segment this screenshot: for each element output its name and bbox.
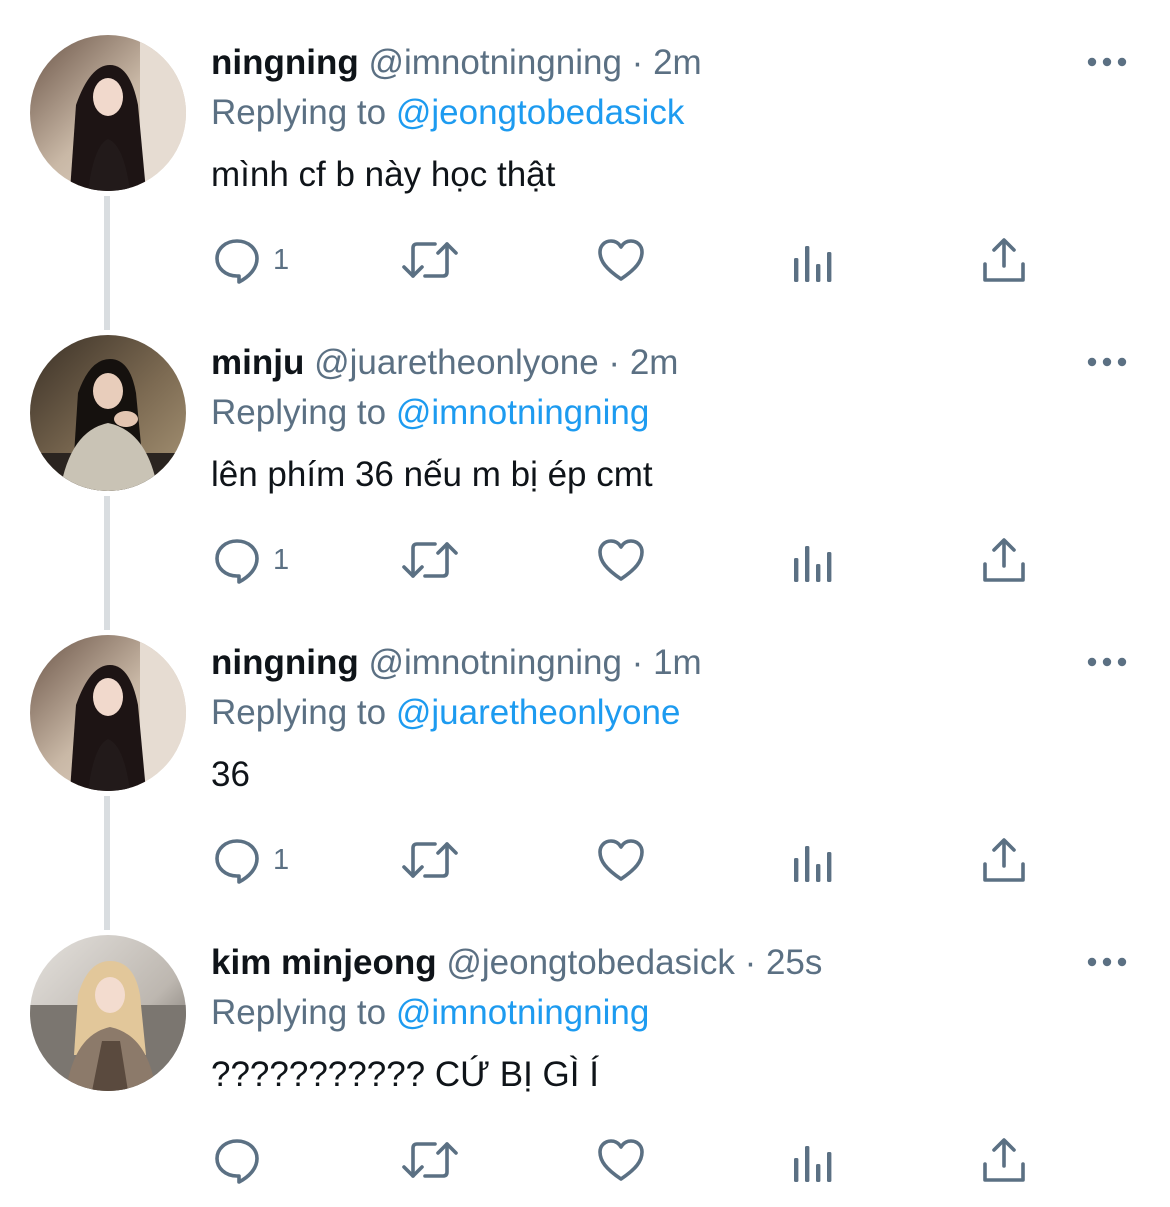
mention-link[interactable]: @juaretheonlyone xyxy=(396,693,681,732)
retweet-icon xyxy=(401,1136,459,1184)
tweet[interactable]: ningning @imnotningning · 2m Replying to… xyxy=(0,0,1170,300)
replying-to-label: Replying to xyxy=(211,93,387,132)
replying-to: Replying to @imnotningning xyxy=(211,388,649,438)
replying-to: Replying to @jeongtobedasick xyxy=(211,88,684,138)
tweet-text: ??????????? CỨ BỊ GÌ Í xyxy=(211,1055,599,1094)
like-icon xyxy=(597,536,645,584)
user-handle[interactable]: @juaretheonlyone xyxy=(314,343,599,382)
replying-to-label: Replying to xyxy=(211,993,387,1032)
timestamp[interactable]: 1m xyxy=(653,643,702,682)
retweet-icon xyxy=(401,836,459,884)
reply-button[interactable]: 1 xyxy=(213,532,289,588)
tweet-header: ningning @imnotningning · 2m xyxy=(211,38,702,88)
separator-dot: · xyxy=(744,943,757,982)
reply-count: 1 xyxy=(273,843,290,876)
tweet-text: 36 xyxy=(211,755,250,794)
action-bar: 1 xyxy=(0,532,1170,592)
retweet-button[interactable] xyxy=(401,532,459,588)
reply-button[interactable] xyxy=(213,1132,273,1188)
like-button[interactable] xyxy=(597,1132,645,1188)
action-bar: 1 xyxy=(0,232,1170,292)
analytics-button[interactable] xyxy=(792,532,834,588)
analytics-icon xyxy=(792,836,834,884)
mention-link[interactable]: @imnotningning xyxy=(396,993,649,1032)
analytics-icon xyxy=(792,1136,834,1184)
replying-to-label: Replying to xyxy=(211,393,387,432)
timestamp[interactable]: 2m xyxy=(630,343,679,382)
display-name[interactable]: ningning xyxy=(211,643,359,682)
more-icon[interactable] xyxy=(1086,950,1128,974)
analytics-icon xyxy=(792,236,834,284)
share-icon xyxy=(981,1136,1027,1184)
like-icon xyxy=(597,836,645,884)
replying-to: Replying to @juaretheonlyone xyxy=(211,688,680,738)
share-button[interactable] xyxy=(981,232,1027,288)
share-icon xyxy=(981,536,1027,584)
action-bar: 1 xyxy=(0,832,1170,892)
tweet-header: ningning @imnotningning · 1m xyxy=(211,638,702,688)
display-name[interactable]: kim minjeong xyxy=(211,943,437,982)
user-handle[interactable]: @imnotningning xyxy=(368,43,621,82)
action-bar xyxy=(0,1132,1170,1192)
tweet-text: lên phím 36 nếu m bị ép cmt xyxy=(211,455,653,494)
tweet-header: minju @juaretheonlyone · 2m xyxy=(211,338,678,388)
replying-to-label: Replying to xyxy=(211,693,387,732)
reply-icon xyxy=(213,1136,261,1184)
display-name[interactable]: ningning xyxy=(211,43,359,82)
analytics-icon xyxy=(792,536,834,584)
user-handle[interactable]: @imnotningning xyxy=(368,643,621,682)
retweet-icon xyxy=(401,236,459,284)
like-button[interactable] xyxy=(597,532,645,588)
reply-icon xyxy=(213,236,261,284)
like-button[interactable] xyxy=(597,232,645,288)
reply-icon xyxy=(213,536,261,584)
replying-to: Replying to @imnotningning xyxy=(211,988,649,1038)
separator-dot: · xyxy=(631,643,644,682)
share-icon xyxy=(981,236,1027,284)
avatar[interactable] xyxy=(30,35,186,191)
retweet-button[interactable] xyxy=(401,1132,459,1188)
retweet-button[interactable] xyxy=(401,832,459,888)
more-icon[interactable] xyxy=(1086,350,1128,374)
tweet-text: mình cf b này học thật xyxy=(211,155,556,194)
reply-count: 1 xyxy=(273,543,290,576)
user-handle[interactable]: @jeongtobedasick xyxy=(446,943,735,982)
share-icon xyxy=(981,836,1027,884)
reply-button[interactable]: 1 xyxy=(213,232,289,288)
tweet[interactable]: minju @juaretheonlyone · 2m Replying to … xyxy=(0,300,1170,600)
avatar[interactable] xyxy=(30,635,186,791)
timestamp[interactable]: 25s xyxy=(766,943,822,982)
tweet[interactable]: kim minjeong @jeongtobedasick · 25s Repl… xyxy=(0,900,1170,1200)
more-icon[interactable] xyxy=(1086,50,1128,74)
retweet-button[interactable] xyxy=(401,232,459,288)
display-name[interactable]: minju xyxy=(211,343,304,382)
analytics-button[interactable] xyxy=(792,832,834,888)
reply-count: 1 xyxy=(273,243,290,276)
share-button[interactable] xyxy=(981,832,1027,888)
like-icon xyxy=(597,236,645,284)
like-button[interactable] xyxy=(597,832,645,888)
tweet-header: kim minjeong @jeongtobedasick · 25s xyxy=(211,938,822,988)
reply-button[interactable]: 1 xyxy=(213,832,289,888)
analytics-button[interactable] xyxy=(792,232,834,288)
share-button[interactable] xyxy=(981,532,1027,588)
mention-link[interactable]: @imnotningning xyxy=(396,393,649,432)
avatar[interactable] xyxy=(30,935,186,1091)
timestamp[interactable]: 2m xyxy=(653,43,702,82)
mention-link[interactable]: @jeongtobedasick xyxy=(396,93,685,132)
more-icon[interactable] xyxy=(1086,650,1128,674)
retweet-icon xyxy=(401,536,459,584)
avatar[interactable] xyxy=(30,335,186,491)
share-button[interactable] xyxy=(981,1132,1027,1188)
like-icon xyxy=(597,1136,645,1184)
separator-dot: · xyxy=(608,343,621,382)
separator-dot: · xyxy=(631,43,644,82)
analytics-button[interactable] xyxy=(792,1132,834,1188)
reply-icon xyxy=(213,836,261,884)
tweet[interactable]: ningning @imnotningning · 1m Replying to… xyxy=(0,600,1170,900)
